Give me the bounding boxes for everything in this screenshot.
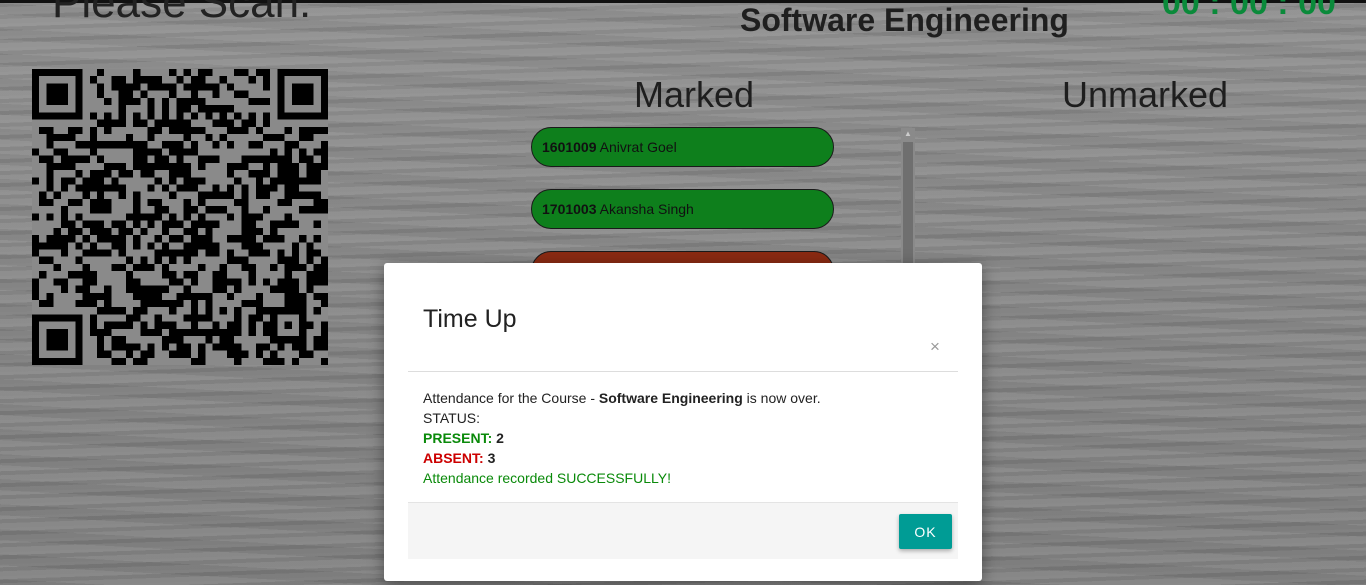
absent-line: ABSENT: 3 bbox=[423, 448, 821, 468]
dialog-divider bbox=[408, 371, 958, 372]
present-label: PRESENT: bbox=[423, 430, 493, 446]
time-up-dialog: Time Up × Attendance for the Course - So… bbox=[384, 263, 982, 581]
absent-label: ABSENT: bbox=[423, 450, 484, 466]
course-over-message: Attendance for the Course - Software Eng… bbox=[423, 390, 821, 406]
ok-button[interactable]: OK bbox=[899, 514, 952, 549]
absent-count: 3 bbox=[487, 450, 496, 466]
success-message: Attendance recorded SUCCESSFULLY! bbox=[423, 470, 671, 486]
dialog-title: Time Up bbox=[423, 305, 517, 333]
present-count: 2 bbox=[496, 430, 504, 446]
dialog-course-name: Software Engineering bbox=[598, 390, 743, 406]
close-icon[interactable]: × bbox=[930, 337, 940, 357]
present-line: PRESENT: 2 bbox=[423, 428, 821, 448]
dialog-footer: OK bbox=[408, 502, 958, 559]
dialog-body: Attendance for the Course - Software Eng… bbox=[423, 388, 821, 488]
status-label: STATUS: bbox=[423, 410, 481, 426]
